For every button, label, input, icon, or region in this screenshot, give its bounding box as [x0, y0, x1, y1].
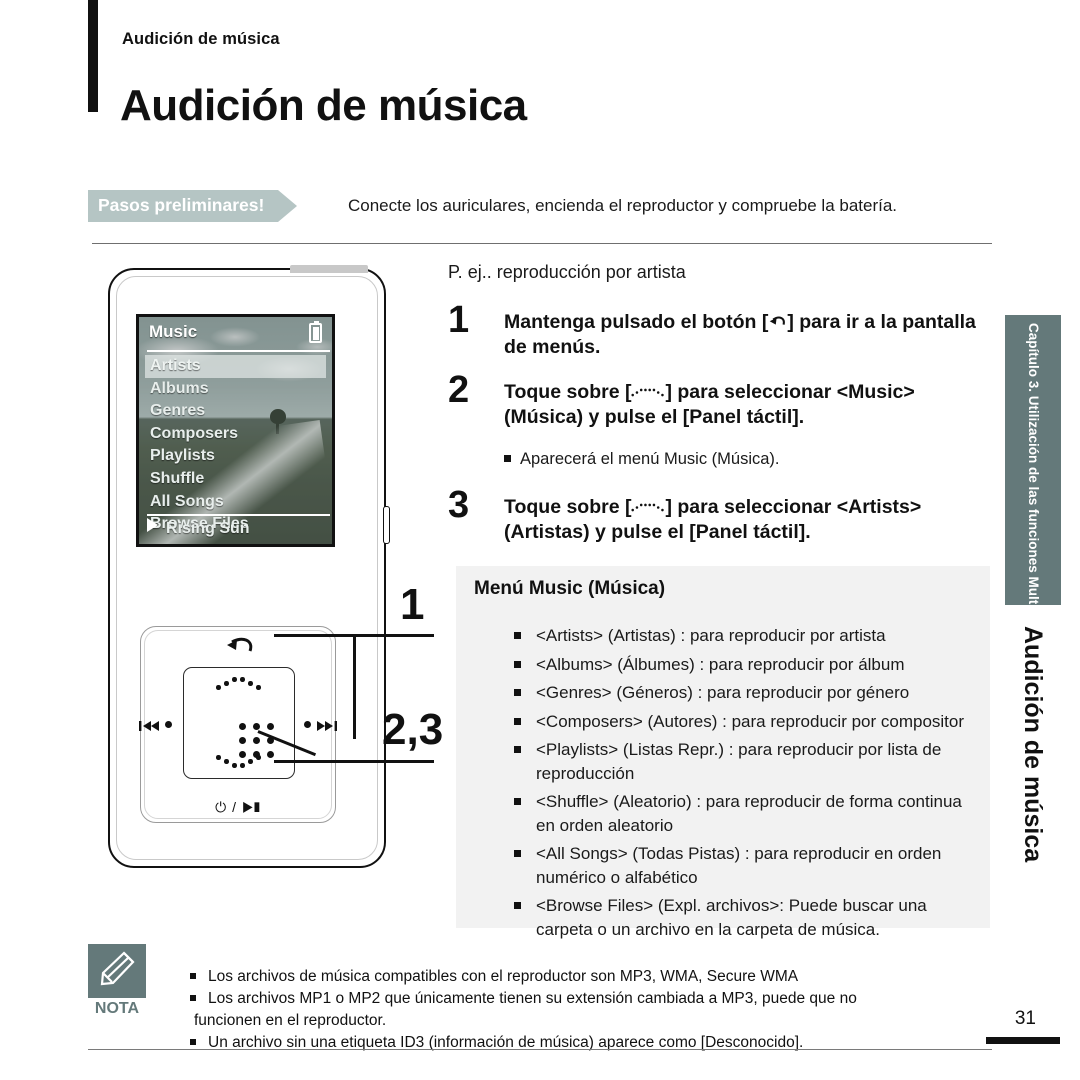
page-title: Audición de música — [120, 81, 527, 131]
touchpad-scroll-icon — [631, 380, 665, 397]
power-play-pause-label[interactable]: ⏻ / ▶❚ — [141, 799, 335, 816]
list-item-continuation: funcionen en el reproductor. — [194, 1012, 387, 1029]
screen-menu-item-albums[interactable]: Albums — [139, 378, 332, 401]
back-arrow-icon — [768, 311, 787, 325]
list-item: <Playlists> (Listas Repr.) : para reprod… — [514, 738, 976, 785]
left-touch-dot[interactable] — [165, 721, 172, 728]
music-menu-box-title: Menú Music (Música) — [474, 578, 666, 599]
footer-divider — [88, 1048, 992, 1050]
screen-menu-item-genres[interactable]: Genres — [139, 400, 332, 423]
header-divider — [92, 243, 992, 244]
now-playing-title: Rising Sun — [166, 520, 250, 537]
example-label: P. ej.. reproducción por artista — [448, 262, 686, 282]
header-eyebrow: Audición de música — [122, 30, 280, 48]
list-item: <Browse Files> (Expl. archivos>: Puede b… — [514, 894, 976, 941]
header-accent-bar — [88, 0, 98, 112]
list-item: <Shuffle> (Aleatorio) : para reproducir … — [514, 790, 976, 837]
list-item: <Genres> (Géneros) : para reproducir por… — [514, 681, 976, 705]
music-menu-description-list: <Artists> (Artistas) : para reproducir p… — [474, 624, 976, 946]
list-item: Los archivos de música compatibles con e… — [190, 966, 990, 987]
mp3-player-illustration: Music Artists Albums Genres Composers Pl… — [108, 265, 390, 868]
screen-title-bar: Music — [139, 317, 332, 349]
step-1-text-pre: Mantenga pulsado el botón [ — [504, 311, 769, 333]
preliminary-steps-tag: Pasos preliminares! — [88, 190, 279, 222]
bullet-square-icon — [504, 455, 511, 462]
page-number: 31 — [1014, 1008, 1036, 1029]
step-2-number: 2 — [448, 369, 470, 411]
screen-menu-item-all-songs[interactable]: All Songs — [139, 491, 332, 514]
step-3-text-pre: Toque sobre [ — [504, 496, 632, 518]
section-title-label: Audición de música — [1019, 626, 1047, 863]
callout-1-leader-vertical — [353, 634, 356, 739]
pencil-note-icon — [88, 944, 146, 998]
chapter-tab: Capítulo 3. Utilización de las funciones… — [1005, 315, 1061, 648]
list-item: Los archivos MP1 o MP2 que únicamente ti… — [190, 988, 990, 1009]
banner-arrow-icon — [278, 190, 298, 222]
instruction-step-2: 2 Toque sobre [] para seleccionar <Music… — [448, 371, 988, 430]
screen-menu-item-playlists[interactable]: Playlists — [139, 445, 332, 468]
step-3-text: Toque sobre [] para seleccionar <Artists… — [504, 495, 988, 545]
right-touch-dot[interactable] — [304, 721, 311, 728]
step-2-text-pre: Toque sobre [ — [504, 381, 632, 403]
instruction-step-3: 3 Toque sobre [] para seleccionar <Artis… — [448, 486, 988, 545]
music-menu-info-box: Menú Music (Música) <Artists> (Artistas)… — [456, 566, 990, 939]
screen-menu-item-artists[interactable]: Artists — [145, 355, 326, 378]
control-plate: ⏻ / ▶❚ — [139, 626, 337, 823]
note-label: NOTA — [94, 1000, 140, 1017]
step-2-text: Toque sobre [] para seleccionar <Music> … — [504, 380, 988, 430]
list-item: <Artists> (Artistas) : para reproducir p… — [514, 624, 976, 648]
callout-number-2-3: 2,3 — [382, 705, 444, 754]
device-screen: Music Artists Albums Genres Composers Pl… — [136, 314, 335, 547]
preliminary-steps-banner: Pasos preliminares! — [88, 190, 298, 222]
device-top-connector — [290, 265, 368, 273]
list-item: <Albums> (Álbumes) : para reproducir por… — [514, 653, 976, 677]
step-1-text: Mantenga pulsado el botón [] para ir a l… — [504, 310, 988, 360]
step-3-number: 3 — [448, 484, 470, 526]
touchpad-down-chevron-icon — [216, 754, 262, 770]
touchpad-scroll-icon — [631, 495, 665, 512]
list-item: <All Songs> (Todas Pistas) : para reprod… — [514, 842, 976, 889]
callout-23-leader-line — [274, 760, 434, 763]
screen-menu-list: Artists Albums Genres Composers Playlist… — [139, 355, 332, 536]
screen-title: Music — [149, 322, 198, 341]
touchpad-up-chevron-icon — [216, 676, 262, 692]
instruction-step-1: 1 Mantenga pulsado el botón [] para ir a… — [448, 301, 988, 360]
screen-divider-top — [147, 350, 330, 352]
preliminary-steps-description: Conecte los auriculares, encienda el rep… — [348, 196, 898, 215]
screen-menu-item-composers[interactable]: Composers — [139, 423, 332, 446]
chapter-tab-label: Capítulo 3. Utilización de las funciones… — [1026, 323, 1041, 648]
now-playing-bar: Rising Sun — [147, 517, 250, 541]
step-2-sub-note-text: Aparecerá el menú Music (Música). — [520, 450, 780, 468]
callout-number-1: 1 — [400, 580, 425, 629]
previous-track-icon[interactable] — [139, 719, 159, 737]
device-side-button — [383, 506, 390, 544]
list-item: <Composers> (Autores) : para reproducir … — [514, 710, 976, 734]
note-list: Los archivos de música compatibles con e… — [150, 966, 990, 1054]
battery-icon — [309, 321, 322, 343]
screen-menu-item-shuffle[interactable]: Shuffle — [139, 468, 332, 491]
back-arrow-icon[interactable] — [224, 637, 256, 659]
play-icon — [147, 518, 158, 532]
section-title-vertical: Audición de música — [1005, 620, 1061, 920]
step-1-number: 1 — [448, 299, 470, 341]
screen-divider-bottom — [147, 514, 330, 516]
page-number-rule — [986, 1037, 1060, 1044]
step-2-sub-note: Aparecerá el menú Music (Música). — [504, 450, 780, 469]
next-track-icon[interactable] — [317, 719, 337, 737]
